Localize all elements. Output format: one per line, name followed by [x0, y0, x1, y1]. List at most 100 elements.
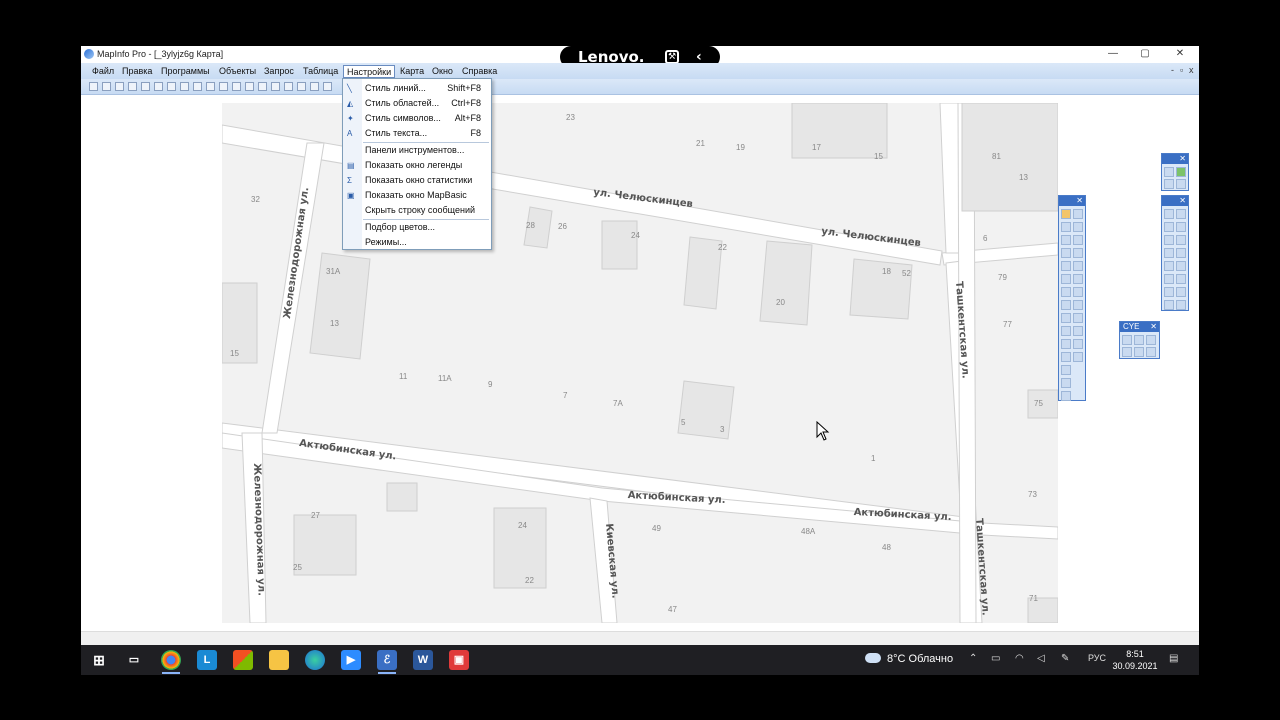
new-grapher-icon[interactable]	[258, 82, 267, 91]
palette-tool-icon[interactable]	[1146, 335, 1156, 345]
text-style-tool-icon[interactable]	[1176, 300, 1186, 310]
wifi-icon[interactable]: ◠	[1015, 653, 1024, 664]
label-icon[interactable]	[1061, 300, 1071, 310]
grid-icon[interactable]	[1061, 378, 1071, 388]
minimize-button[interactable]: —	[1098, 47, 1128, 61]
marquee-tool-icon[interactable]	[1073, 209, 1083, 219]
mapinfo-icon[interactable]: ℰ	[377, 650, 397, 670]
set-clip-icon[interactable]	[1073, 339, 1083, 349]
palette-header[interactable]: ✕	[1059, 196, 1085, 206]
word-icon[interactable]: W	[413, 650, 433, 670]
line-tool-icon[interactable]	[1176, 209, 1186, 219]
clip-region-icon[interactable]	[1061, 339, 1071, 349]
menu-item-show-legend[interactable]: ▤ Показать окно легенды	[343, 158, 491, 173]
menu-item-preferences[interactable]: Режимы...	[343, 235, 491, 250]
tools-icon[interactable]: ⚒	[665, 50, 679, 64]
palette-header[interactable]: ✕	[1162, 196, 1188, 206]
menu-item-line-style[interactable]: ╲ Стиль линий... Shift+F8	[343, 81, 491, 96]
save-workspace-icon[interactable]	[141, 82, 150, 91]
menu-item-region-style[interactable]: ◭ Стиль областей... Ctrl+F8	[343, 96, 491, 111]
zoom-in-icon[interactable]	[1061, 261, 1071, 271]
profile-icon[interactable]	[1061, 365, 1071, 375]
menu-item-symbol-style[interactable]: ✦ Стиль символов... Alt+F8	[343, 111, 491, 126]
cut-icon[interactable]	[180, 82, 189, 91]
rounded-rect-tool-icon[interactable]	[1176, 248, 1186, 258]
arc-tool-icon[interactable]	[1176, 222, 1186, 232]
palette-tool-icon[interactable]	[1164, 167, 1174, 177]
store-icon[interactable]	[233, 650, 253, 670]
layer-control-icon[interactable]	[1061, 313, 1071, 323]
region-style-tool-icon[interactable]	[1164, 300, 1174, 310]
mdi-minimize-button[interactable]: -	[1171, 65, 1174, 75]
menu-file[interactable]: Файл	[89, 65, 117, 78]
rectangle-tool-icon[interactable]	[1164, 248, 1174, 258]
mdi-close-button[interactable]: x	[1189, 65, 1194, 75]
reshape-icon[interactable]	[1164, 274, 1174, 284]
menu-item-text-style[interactable]: A Стиль текста... F8	[343, 126, 491, 141]
menu-item-hide-status[interactable]: Скрыть строку сообщений	[343, 203, 491, 218]
paste-icon[interactable]	[206, 82, 215, 91]
close-button[interactable]: ✕	[1165, 47, 1195, 61]
toolbar-extra2-icon[interactable]	[323, 82, 332, 91]
palette-header[interactable]: CYE ✕	[1120, 322, 1159, 332]
menu-item-toolbars[interactable]: Панели инструментов...	[343, 143, 491, 158]
pen-icon[interactable]: ✎	[1061, 653, 1069, 664]
menu-programs[interactable]: Программы	[158, 65, 213, 78]
line-style-tool-icon[interactable]	[1176, 287, 1186, 297]
symbol-tool-icon[interactable]	[1164, 209, 1174, 219]
clock[interactable]: 8:51 30.09.2021	[1111, 648, 1159, 672]
edge-icon[interactable]	[305, 650, 325, 670]
frame-tool-icon[interactable]	[1176, 261, 1186, 271]
chrome-icon[interactable]	[161, 650, 181, 670]
palette-tool-icon[interactable]	[1122, 335, 1132, 345]
language-indicator[interactable]: РУС	[1088, 653, 1106, 663]
radius-select-icon[interactable]	[1061, 222, 1071, 232]
palette-tool-icon[interactable]	[1122, 347, 1132, 357]
start-icon[interactable]: ⊞	[89, 650, 109, 670]
symbol-style-tool-icon[interactable]	[1164, 287, 1174, 297]
new-layout-icon[interactable]	[271, 82, 280, 91]
menu-objects[interactable]: Объекты	[216, 65, 259, 78]
statistics-tool-icon[interactable]	[1073, 326, 1083, 336]
redistrict-icon[interactable]	[284, 82, 293, 91]
notifications-icon[interactable]: ▤	[1169, 653, 1178, 664]
close-icon[interactable]: ✕	[1150, 322, 1157, 332]
pan-icon[interactable]	[1073, 274, 1083, 284]
new-mapper-icon[interactable]	[245, 82, 254, 91]
open-icon[interactable]	[102, 82, 111, 91]
explorer-icon[interactable]	[269, 650, 289, 670]
menu-help[interactable]: Справка	[459, 65, 500, 78]
legend-tool-icon[interactable]	[1061, 326, 1071, 336]
scale-bar-icon[interactable]	[1061, 352, 1071, 362]
close-icon[interactable]: ✕	[1076, 196, 1083, 206]
menu-edit[interactable]: Правка	[119, 65, 155, 78]
mdi-restore-button[interactable]: ▫	[1180, 65, 1183, 75]
info-icon[interactable]	[1061, 287, 1071, 297]
globe-icon[interactable]	[1176, 167, 1186, 177]
polygon-tool-icon[interactable]	[1164, 235, 1174, 245]
invert-select-icon[interactable]	[1073, 248, 1083, 258]
battery-icon[interactable]: ▭	[991, 653, 1000, 664]
palette-tool-icon[interactable]	[1176, 179, 1186, 189]
print-preview-icon[interactable]	[154, 82, 163, 91]
zoom-icon[interactable]: ▶	[341, 650, 361, 670]
menu-map[interactable]: Карта	[397, 65, 427, 78]
new-browser-icon[interactable]	[232, 82, 241, 91]
menu-settings[interactable]: Настройки	[343, 65, 396, 78]
extra-tool-icon[interactable]	[1061, 391, 1071, 401]
drag-window-icon[interactable]	[1073, 300, 1083, 310]
new-icon[interactable]	[89, 82, 98, 91]
boundary-select-icon[interactable]	[1061, 235, 1071, 245]
maximize-button[interactable]: ▢	[1130, 47, 1160, 61]
volume-icon[interactable]: ◁	[1037, 653, 1045, 664]
hotlink-icon[interactable]	[1073, 287, 1083, 297]
help-icon[interactable]	[297, 82, 306, 91]
add-node-icon[interactable]	[1176, 274, 1186, 284]
ellipse-tool-icon[interactable]	[1176, 235, 1186, 245]
palette-tool-icon[interactable]	[1134, 347, 1144, 357]
open-workspace-icon[interactable]	[115, 82, 124, 91]
menu-item-show-statistics[interactable]: Σ Показать окно статистики	[343, 173, 491, 188]
app-icon[interactable]: ▣	[449, 650, 469, 670]
menu-item-show-mapbasic[interactable]: ▣ Показать окно MapBasic	[343, 188, 491, 203]
unselect-icon[interactable]	[1073, 235, 1083, 245]
